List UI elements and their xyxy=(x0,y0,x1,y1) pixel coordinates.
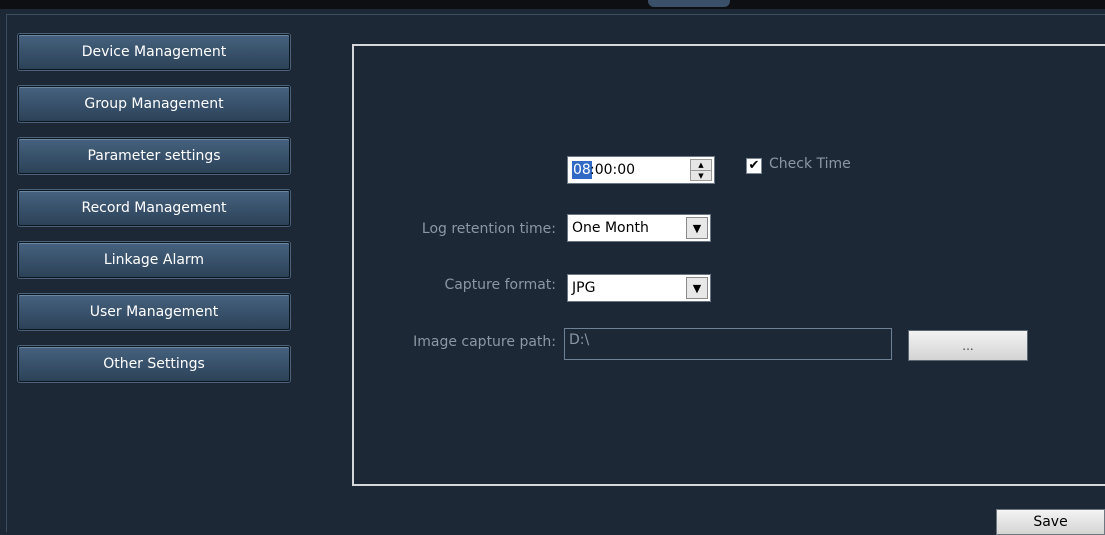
capture-format-select[interactable]: JPG ▼ xyxy=(567,274,711,302)
check-time-checkbox[interactable]: ✔ xyxy=(746,158,762,174)
top-tab-indicator xyxy=(648,0,730,7)
nav-linkage-alarm-button[interactable]: Linkage Alarm xyxy=(18,242,290,278)
check-time-input[interactable]: 08 :00:00 ▲ ▼ xyxy=(567,156,715,184)
nav-other-settings-button[interactable]: Other Settings xyxy=(18,346,290,382)
dropdown-arrow-icon[interactable]: ▼ xyxy=(686,217,708,239)
browse-path-button[interactable]: ... xyxy=(908,330,1028,361)
spin-down-icon[interactable]: ▼ xyxy=(691,170,711,181)
time-hour-selection[interactable]: 08 xyxy=(572,161,592,179)
spin-up-icon[interactable]: ▲ xyxy=(691,160,711,170)
nav-device-management-button[interactable]: Device Management xyxy=(18,34,290,70)
nav-parameter-settings-button[interactable]: Parameter settings xyxy=(18,138,290,174)
top-title-bar xyxy=(0,0,1105,9)
save-button[interactable]: Save xyxy=(996,509,1105,535)
capture-path-label: Image capture path: xyxy=(413,334,556,350)
log-retention-select[interactable]: One Month ▼ xyxy=(567,214,711,242)
time-minutes-seconds: :00:00 xyxy=(590,162,636,178)
nav-group-management-button[interactable]: Group Management xyxy=(18,86,290,122)
settings-panel xyxy=(352,44,1105,486)
dropdown-arrow-icon[interactable]: ▼ xyxy=(686,277,708,299)
capture-path-input[interactable]: D:\ xyxy=(564,328,892,360)
nav-user-management-button[interactable]: User Management xyxy=(18,294,290,330)
nav-record-management-button[interactable]: Record Management xyxy=(18,190,290,226)
capture-format-value: JPG xyxy=(572,280,596,296)
time-spinner[interactable]: ▲ ▼ xyxy=(690,159,712,181)
log-retention-label: Log retention time: xyxy=(421,221,556,237)
check-time-label: Check Time xyxy=(769,156,851,172)
capture-format-label: Capture format: xyxy=(444,277,556,293)
log-retention-value: One Month xyxy=(572,220,649,236)
